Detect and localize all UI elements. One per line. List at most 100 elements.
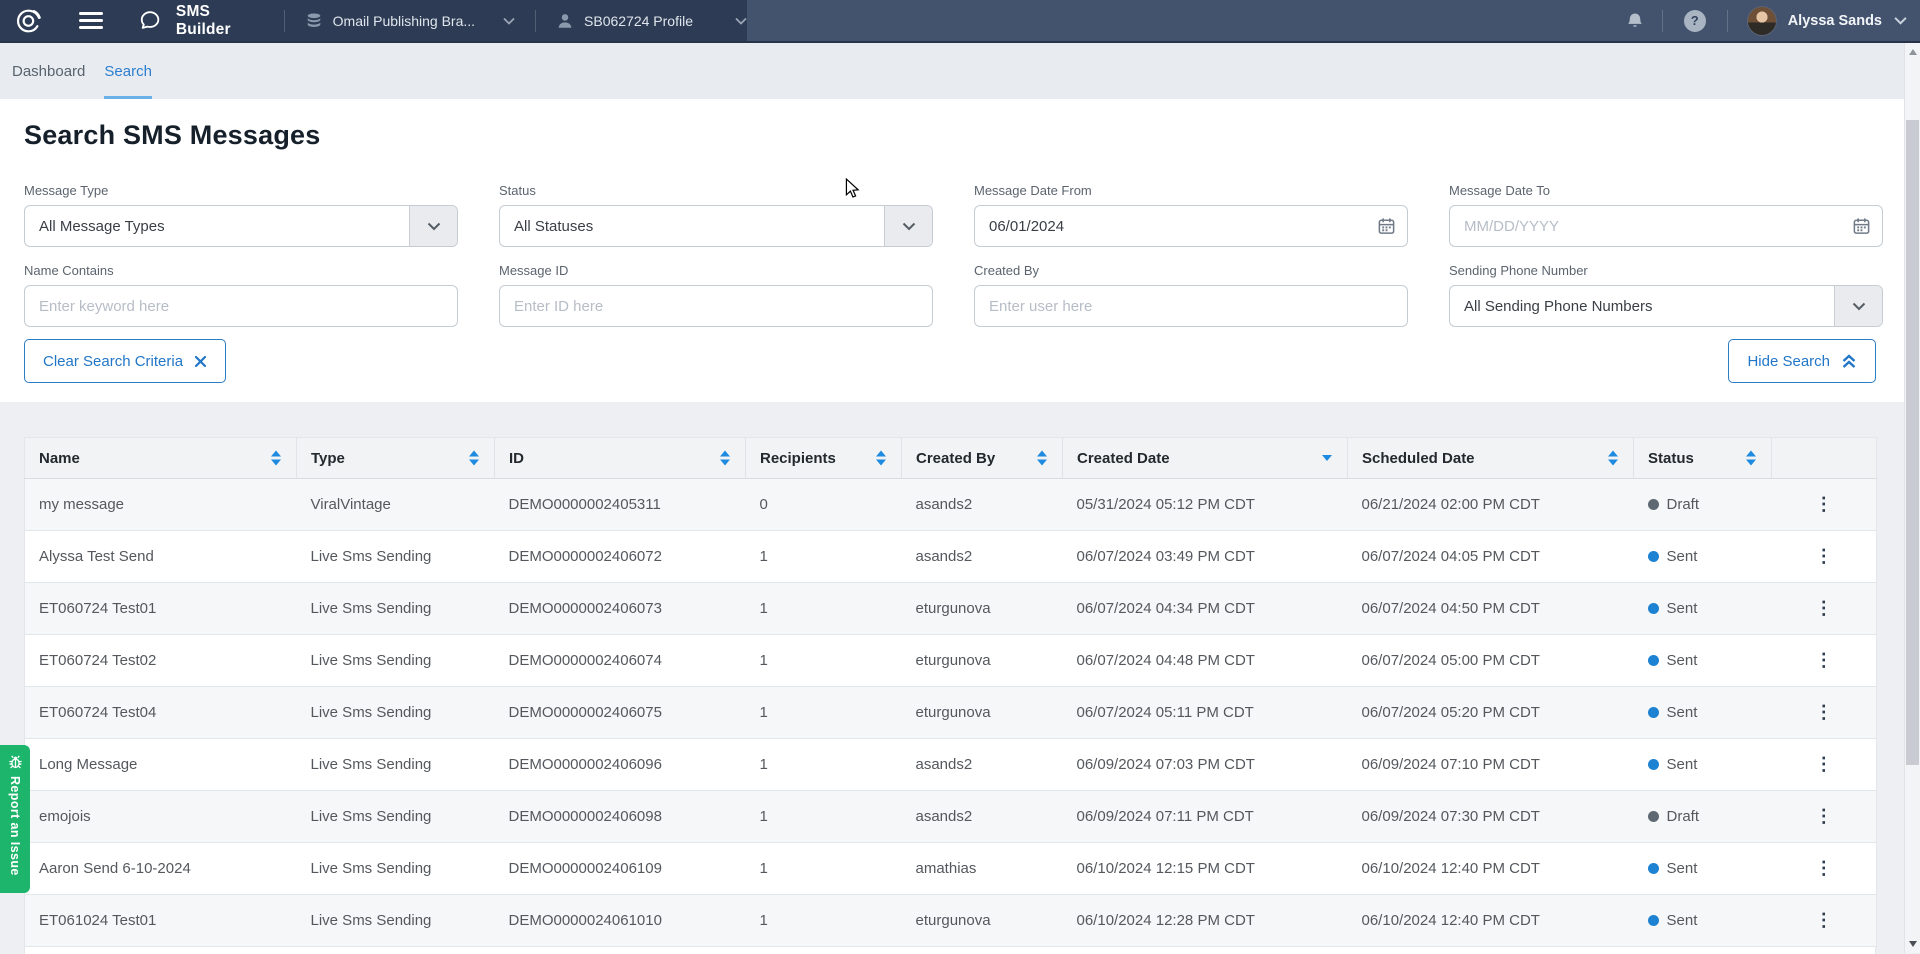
name-contains-input[interactable] bbox=[25, 286, 457, 326]
select-chevron-button[interactable] bbox=[884, 206, 932, 246]
cell-name: Alyssa Test Send bbox=[25, 531, 297, 583]
kebab-menu-icon[interactable]: ⋮ bbox=[1815, 651, 1833, 669]
kebab-menu-icon[interactable]: ⋮ bbox=[1815, 547, 1833, 565]
field-created-by: Created By bbox=[974, 263, 1408, 327]
table-row[interactable]: my message ViralVintage DEMO000000240531… bbox=[25, 479, 1877, 531]
field-label: Name Contains bbox=[24, 263, 458, 278]
status-select[interactable]: All Statuses bbox=[499, 205, 933, 247]
cell-created-date: 06/07/2024 05:11 PM CDT bbox=[1063, 687, 1348, 739]
brand-dropdown-label: Omail Publishing Bra... bbox=[333, 13, 475, 29]
column-header[interactable]: Scheduled Date bbox=[1348, 438, 1634, 479]
user-name[interactable]: Alyssa Sands bbox=[1788, 13, 1882, 29]
scrollbar-thumb[interactable] bbox=[1906, 120, 1919, 765]
help-icon[interactable]: ? bbox=[1684, 10, 1706, 32]
kebab-menu-icon[interactable]: ⋮ bbox=[1815, 755, 1833, 773]
scroll-up-arrow-icon[interactable] bbox=[1909, 49, 1917, 55]
clear-search-criteria-button[interactable]: Clear Search Criteria bbox=[24, 339, 226, 383]
table-row[interactable]: emojois Live Sms Sending DEMO00000024060… bbox=[25, 791, 1877, 843]
select-chevron-button[interactable] bbox=[409, 206, 457, 246]
cell-recipients: 1 bbox=[746, 843, 902, 895]
scroll-down-arrow-icon[interactable] bbox=[1909, 941, 1917, 947]
column-header-label: Recipients bbox=[760, 450, 836, 467]
chevron-down-icon[interactable] bbox=[1894, 16, 1907, 25]
message-id-input[interactable] bbox=[500, 286, 932, 326]
cell-actions: ⋮ bbox=[1772, 687, 1877, 739]
cell-created-date: 06/09/2024 07:03 PM CDT bbox=[1063, 739, 1348, 791]
main-content: Search SMS Messages Message Type All Mes… bbox=[0, 99, 1920, 953]
table-row[interactable]: ET060724 Test02 Live Sms Sending DEMO000… bbox=[25, 635, 1877, 687]
sending-phone-select[interactable]: All Sending Phone Numbers bbox=[1449, 285, 1883, 327]
table-header-row: Name Type bbox=[25, 438, 1877, 479]
sort-icon bbox=[1037, 451, 1047, 466]
column-header[interactable]: Name bbox=[25, 438, 297, 479]
brand-dropdown[interactable]: Omail Publishing Bra... bbox=[305, 12, 515, 30]
kebab-menu-icon[interactable]: ⋮ bbox=[1815, 911, 1833, 929]
vertical-scrollbar[interactable] bbox=[1904, 43, 1920, 953]
cell-actions: ⋮ bbox=[1772, 479, 1877, 531]
column-header-label: Scheduled Date bbox=[1362, 450, 1475, 467]
table-row[interactable]: Alyssa Test Send Live Sms Sending DEMO00… bbox=[25, 531, 1877, 583]
cell-type: Live Sms Sending bbox=[297, 583, 495, 635]
column-header-label: ID bbox=[509, 450, 524, 467]
cell-name: Long Message bbox=[25, 739, 297, 791]
hamburger-menu-icon[interactable] bbox=[79, 12, 103, 29]
sort-icon bbox=[1322, 455, 1332, 461]
kebab-menu-icon[interactable]: ⋮ bbox=[1815, 495, 1833, 513]
cell-id: DEMO0000002406109 bbox=[495, 843, 746, 895]
status-dot-icon bbox=[1648, 707, 1659, 718]
chevron-down-icon bbox=[503, 17, 515, 25]
date-from-input[interactable] bbox=[975, 206, 1407, 246]
message-type-select[interactable]: All Message Types bbox=[24, 205, 458, 247]
column-header[interactable]: Created Date bbox=[1063, 438, 1348, 479]
user-avatar[interactable] bbox=[1747, 6, 1777, 36]
report-an-issue-tab[interactable]: Report an Issue bbox=[0, 745, 30, 893]
date-to-input[interactable] bbox=[1450, 206, 1882, 246]
calendar-icon[interactable] bbox=[1377, 217, 1396, 236]
column-header[interactable]: Status bbox=[1634, 438, 1772, 479]
column-header[interactable]: Type bbox=[297, 438, 495, 479]
page-title: Search SMS Messages bbox=[24, 120, 320, 151]
field-label: Sending Phone Number bbox=[1449, 263, 1883, 278]
cell-recipients: 1 bbox=[746, 635, 902, 687]
kebab-menu-icon[interactable]: ⋮ bbox=[1815, 807, 1833, 825]
table-row[interactable]: Aaron Send 6-10-2024 Live Sms Sending DE… bbox=[25, 843, 1877, 895]
status-badge: Sent bbox=[1648, 860, 1698, 877]
top-navbar: SMS Builder Omail Publishing Bra... SB06… bbox=[0, 0, 1920, 43]
select-chevron-button[interactable] bbox=[1834, 286, 1882, 326]
table-row[interactable]: ET061024 Test01 Live Sms Sending DEMO000… bbox=[25, 895, 1877, 947]
kebab-menu-icon[interactable]: ⋮ bbox=[1815, 859, 1833, 877]
tab-search[interactable]: Search bbox=[104, 43, 152, 99]
kebab-menu-icon[interactable]: ⋮ bbox=[1815, 599, 1833, 617]
calendar-icon[interactable] bbox=[1852, 217, 1871, 236]
search-form: Message Type All Message Types Status Al… bbox=[24, 183, 1883, 327]
table-row[interactable]: Long Message Live Sms Sending DEMO000000… bbox=[25, 739, 1877, 791]
column-header[interactable]: Recipients bbox=[746, 438, 902, 479]
column-header[interactable]: Created By bbox=[902, 438, 1063, 479]
clear-button-label: Clear Search Criteria bbox=[43, 353, 183, 370]
kebab-menu-icon[interactable]: ⋮ bbox=[1815, 703, 1833, 721]
column-header-label: Name bbox=[39, 450, 80, 467]
created-by-input[interactable] bbox=[975, 286, 1407, 326]
profile-dropdown[interactable]: SB062724 Profile bbox=[556, 12, 747, 30]
sort-icon bbox=[1608, 451, 1618, 466]
divider bbox=[1727, 10, 1728, 32]
cell-actions: ⋮ bbox=[1772, 739, 1877, 791]
cell-scheduled-date: 06/07/2024 05:20 PM CDT bbox=[1348, 687, 1634, 739]
tab-dashboard[interactable]: Dashboard bbox=[12, 43, 85, 99]
cell-status: Sent bbox=[1634, 635, 1772, 687]
cell-scheduled-date: 06/10/2024 12:40 PM CDT bbox=[1348, 843, 1634, 895]
column-header[interactable]: ID bbox=[495, 438, 746, 479]
status-dot-icon bbox=[1648, 551, 1659, 562]
name-contains-field bbox=[24, 285, 458, 327]
cell-id: DEMO0000002406073 bbox=[495, 583, 746, 635]
cell-status: Draft bbox=[1634, 479, 1772, 531]
column-header-label: Status bbox=[1648, 450, 1694, 467]
status-badge: Sent bbox=[1648, 704, 1698, 721]
table-row[interactable]: ET060724 Test04 Live Sms Sending DEMO000… bbox=[25, 687, 1877, 739]
column-header[interactable] bbox=[1772, 438, 1877, 479]
table-row[interactable]: ET060724 Test01 Live Sms Sending DEMO000… bbox=[25, 583, 1877, 635]
hide-search-button[interactable]: Hide Search bbox=[1728, 339, 1876, 383]
cell-name: ET061024 Test01 bbox=[25, 895, 297, 947]
notification-bell-icon[interactable] bbox=[1625, 10, 1645, 32]
status-label: Sent bbox=[1667, 860, 1698, 877]
